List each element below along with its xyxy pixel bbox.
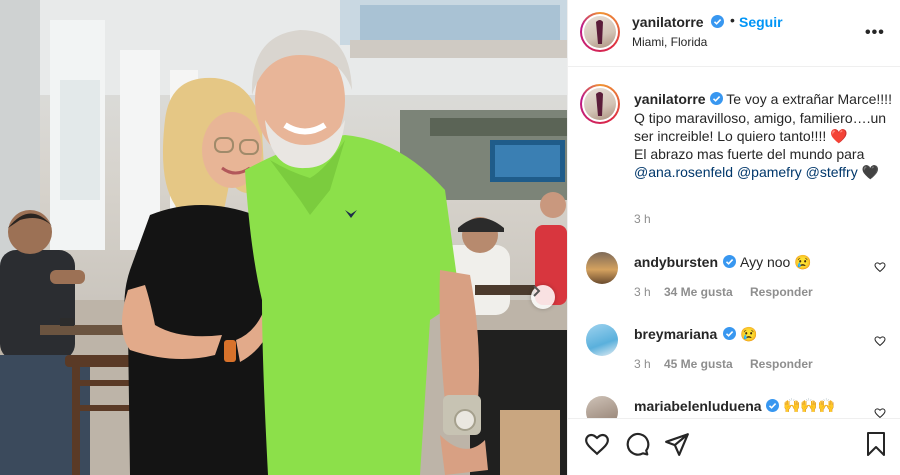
action-bar [568, 418, 900, 475]
author-avatar[interactable] [580, 12, 620, 52]
follow-button[interactable]: Seguir [739, 14, 783, 30]
separator-dot: • [730, 12, 735, 28]
heart-icon[interactable] [874, 334, 886, 352]
caption-avatar[interactable] [580, 84, 620, 124]
post-caption: yanilatorre Te voy a extrañar Marce!!!! … [634, 90, 896, 181]
comment-time[interactable]: 3 h [634, 285, 651, 299]
comment-text: 🙌🙌🙌 [783, 397, 836, 413]
red-heart-emoji: ❤️ [830, 128, 848, 144]
share-icon[interactable] [664, 431, 690, 462]
heart-icon[interactable] [584, 431, 610, 462]
verified-badge-icon [723, 255, 736, 273]
comment-text: 😢 [740, 326, 758, 342]
verified-badge-icon [766, 399, 779, 417]
comment-likes[interactable]: 34 Me gusta [664, 285, 733, 299]
caption-timestamp[interactable]: 3 h [634, 212, 651, 226]
reply-button[interactable]: Responder [750, 285, 813, 299]
comment-username[interactable]: mariabelenluduena [634, 398, 762, 414]
heart-icon[interactable] [874, 260, 886, 278]
post-location[interactable]: Miami, Florida [632, 35, 707, 49]
comment-likes[interactable]: 45 Me gusta [664, 357, 733, 371]
caption-text-2: El abrazo mas fuerte del mundo para [634, 146, 865, 162]
author-username[interactable]: yanilatorre [632, 14, 704, 30]
mention-link[interactable]: @ana.rosenfeld [634, 164, 733, 180]
verified-badge-icon [709, 91, 723, 109]
post-header: yanilatorre • Seguir Miami, Florida ••• [568, 0, 900, 67]
avatar-photo [584, 88, 616, 120]
comment-username[interactable]: andybursten [634, 254, 718, 270]
mention-link[interactable]: @steffry [806, 164, 858, 180]
comment-username[interactable]: breymariana [634, 326, 717, 342]
comment-text: Ayy noo 😢 [740, 254, 812, 270]
black-heart-emoji: 🖤 [861, 164, 880, 180]
verified-badge-icon [723, 327, 736, 345]
post-side-panel: yanilatorre • Seguir Miami, Florida ••• … [567, 0, 900, 475]
chevron-right-icon [533, 285, 541, 297]
mention-link[interactable]: @pamefry [737, 164, 802, 180]
commenter-avatar[interactable] [586, 252, 618, 284]
photo-scene [0, 0, 567, 475]
comment-time[interactable]: 3 h [634, 357, 651, 371]
next-photo-button[interactable] [531, 285, 555, 309]
reply-button[interactable]: Responder [750, 357, 813, 371]
comment-icon[interactable] [624, 431, 650, 462]
post-photo[interactable] [0, 0, 567, 475]
bookmark-icon[interactable] [864, 431, 888, 462]
more-options-icon[interactable]: ••• [865, 24, 885, 42]
caption-username[interactable]: yanilatorre [634, 91, 706, 107]
commenter-avatar[interactable] [586, 324, 618, 356]
verified-badge-icon [711, 15, 724, 33]
avatar-photo [584, 16, 616, 48]
